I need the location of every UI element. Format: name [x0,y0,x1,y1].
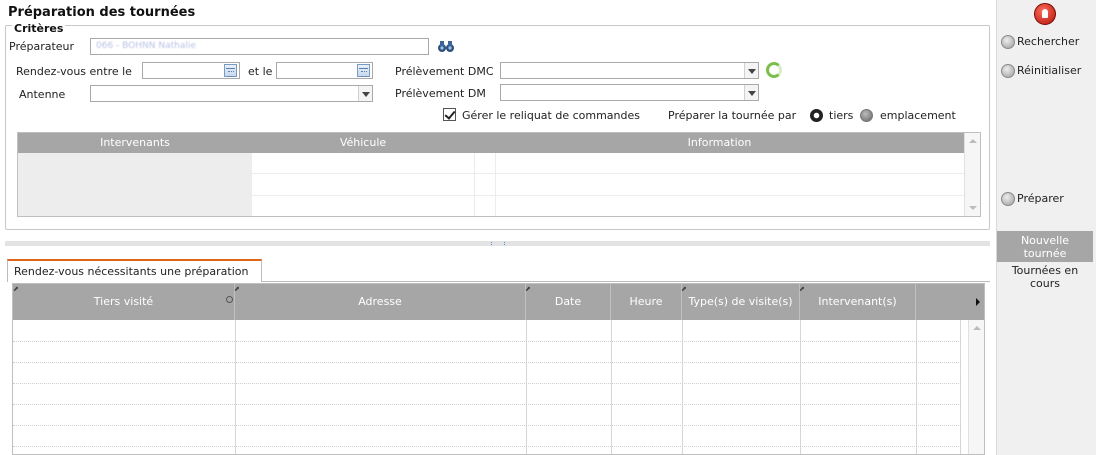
refresh-recycle-icon[interactable] [766,62,782,78]
page-title: Préparation des tournées [8,5,196,20]
dmc-label: Prélèvement DMC [395,65,494,78]
magnifier-icon[interactable] [226,296,233,303]
reset-button[interactable]: Réinitialiser [1001,64,1081,78]
reliquat-label: Gérer le reliquat de commandes [462,109,640,122]
radio-tiers[interactable] [810,109,823,122]
preparateur-label: Préparateur [9,40,75,53]
binoculars-search-icon[interactable] [437,39,455,53]
search-button-icon [1001,35,1015,49]
col-vehicule[interactable]: Véhicule [252,133,474,153]
chevron-down-icon[interactable] [358,86,372,101]
prepare-by-label: Préparer la tournée par [668,109,797,122]
table-row[interactable] [13,404,961,405]
nav-new-tour-line1: Nouvelle [1020,234,1070,247]
nav-current-tours-line2: cours [1029,277,1060,290]
col-tiers-visite[interactable]: Tiers visité [13,284,235,320]
table-row[interactable] [13,446,961,447]
tab-baseline [262,281,990,282]
prepare-button-label: Préparer [1017,192,1064,205]
pin-icon[interactable]: ⬈ [681,285,687,293]
col-intervenants[interactable]: Intervenant(s) [800,284,916,320]
col-tiers-visite-label: Tiers visité [93,295,154,308]
rdv-between-label: Rendez-vous entre le [16,65,132,78]
col-adresse[interactable]: Adresse [235,284,526,320]
reset-button-icon [1001,64,1015,78]
table-row[interactable] [13,341,961,342]
grid-row-separator [252,195,965,196]
and-label: et le [248,65,273,78]
prepare-button-icon [1001,192,1015,206]
pin-icon[interactable]: ⬈ [234,285,240,293]
reliquat-checkbox[interactable] [443,108,456,121]
col-heure[interactable]: Heure [611,284,682,320]
nav-new-tour[interactable]: Nouvelle tournée [997,231,1093,262]
chevron-down-icon[interactable] [744,63,758,78]
preparateur-field[interactable]: 066 - BOHNN Nathalie [90,38,429,55]
tab-rdv-preparation[interactable]: Rendez-vous nécessitants une préparation [7,259,262,282]
antenne-select[interactable] [90,85,373,102]
reset-button-label: Réinitialiser [1017,64,1082,77]
dmc-select[interactable] [500,62,759,79]
table-row[interactable] [13,425,961,426]
preparateur-value: 066 - BOHNN Nathalie [96,41,196,51]
chevron-right-icon[interactable] [976,298,980,306]
search-button[interactable]: Rechercher [1001,35,1079,49]
calendar-icon[interactable] [224,64,237,77]
radio-emplacement[interactable] [860,109,873,122]
vertical-scrollbar[interactable] [964,133,980,216]
date-from-field[interactable] [142,62,240,79]
antenne-label: Antenne [19,88,66,101]
col-date[interactable]: Date [526,284,611,320]
pin-icon[interactable]: ⬈ [799,285,805,293]
grid-col-separator [495,153,496,216]
pin-icon[interactable]: ⬈ [525,285,531,293]
criteria-legend: Critères [12,22,66,35]
grid-col-separator [474,153,475,216]
nav-current-tours[interactable]: Tournées en cours [997,264,1093,290]
radio-tiers-label: tiers [829,109,854,122]
prepare-button[interactable]: Préparer [1001,192,1064,206]
vertical-scrollbar[interactable] [968,320,984,454]
splitter-grip-icon[interactable] [491,242,505,245]
dm-select[interactable] [500,84,759,101]
scroll-up-icon[interactable] [969,139,977,143]
chevron-down-icon[interactable] [744,85,758,100]
scroll-down-icon[interactable] [969,206,977,210]
dm-label: Prélèvement DM [395,87,486,100]
grid-row-separator [252,173,965,174]
scroll-up-icon[interactable] [973,326,981,330]
panel-splitter[interactable] [5,241,990,246]
nav-current-tours-line1: Tournées en [1011,264,1079,277]
col-types-visites[interactable]: Type(s) de visite(s) [682,284,800,320]
calendar-icon[interactable] [357,64,370,77]
date-to-field[interactable] [276,62,373,79]
search-button-label: Rechercher [1017,35,1080,48]
col-information[interactable]: Information [474,133,965,153]
rdv-grid: Tiers visité Adresse Date Heure Type(s) … [12,283,985,455]
stop-hand-icon[interactable] [1034,3,1056,25]
table-row[interactable] [13,362,961,363]
col-intervenants[interactable]: Intervenants [18,133,252,153]
intervenants-cell [18,153,252,216]
col-extra[interactable] [916,284,984,320]
radio-emplacement-label: emplacement [880,109,956,122]
intervenants-grid: Intervenants Véhicule Information [17,132,981,217]
nav-new-tour-line2: tournée [1023,247,1067,260]
table-row[interactable] [13,383,961,384]
pin-icon[interactable]: ⬈ [13,285,19,293]
